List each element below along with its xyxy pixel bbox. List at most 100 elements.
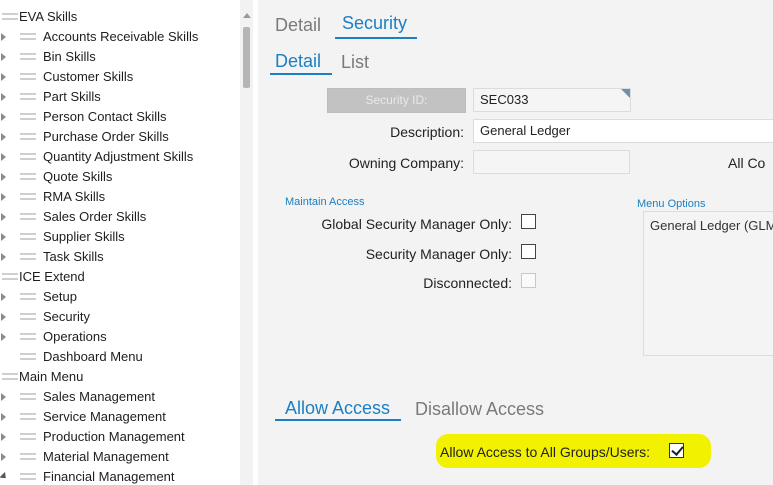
tab-detail-top[interactable]: Detail — [275, 13, 321, 37]
disconnected-label: Disconnected: — [423, 275, 512, 291]
allow-all-groups-checkbox[interactable] — [669, 443, 684, 458]
tree-item-label: Customer Skills — [43, 69, 134, 84]
menu-node-icon — [20, 152, 36, 162]
tree-item-label: Sales Management — [43, 389, 156, 404]
tree-item-label: Main Menu — [19, 369, 84, 384]
expand-arrow-icon[interactable] — [0, 27, 9, 47]
allow-all-groups-label: Allow Access to All Groups/Users: — [440, 444, 651, 460]
menu-node-icon — [20, 392, 36, 402]
menu-node-icon — [20, 452, 36, 462]
tree-item-label: Material Management — [43, 449, 169, 464]
field-corner-marker-icon — [621, 89, 630, 98]
expand-arrow-icon[interactable] — [0, 327, 9, 347]
expand-arrow-icon[interactable] — [0, 187, 9, 207]
expand-arrow-icon[interactable] — [0, 407, 9, 427]
expand-arrow-icon[interactable] — [0, 127, 9, 147]
tree-item-label: Dashboard Menu — [43, 349, 143, 364]
tab-security[interactable]: Security — [342, 11, 407, 35]
tree-item-label: Task Skills — [43, 249, 104, 264]
scroll-thumb[interactable] — [243, 27, 250, 88]
expand-arrow-icon[interactable] — [0, 167, 9, 187]
global-security-manager-checkbox[interactable] — [521, 214, 536, 229]
owning-company-field[interactable] — [473, 150, 630, 174]
security-id-button[interactable]: Security ID: — [327, 88, 466, 113]
menu-node-icon — [20, 232, 36, 242]
expand-arrow-icon[interactable] — [0, 247, 9, 267]
tree-item-label: Person Contact Skills — [43, 109, 167, 124]
tab-detail[interactable]: Detail — [275, 49, 321, 73]
tab-allow-access[interactable]: Allow Access — [285, 396, 390, 420]
maintain-access-title: Maintain Access — [285, 196, 365, 208]
menu-node-icon — [20, 52, 36, 62]
expand-arrow-icon[interactable] — [0, 107, 9, 127]
menu-options-title: Menu Options — [637, 198, 706, 210]
tree-item-label: Setup — [43, 289, 77, 304]
expand-arrow-icon[interactable] — [0, 47, 9, 67]
expand-arrow-icon[interactable] — [0, 67, 9, 87]
menu-node-icon — [20, 412, 36, 422]
tab-disallow-access[interactable]: Disallow Access — [415, 397, 544, 421]
tree-item-label: Supplier Skills — [43, 229, 125, 244]
security-manager-only-checkbox[interactable] — [521, 244, 536, 259]
menu-node-icon — [2, 12, 18, 22]
tree-item-label: Security — [43, 309, 90, 324]
security-id-field[interactable]: SEC033 — [473, 88, 631, 112]
tab-security-underline — [335, 37, 417, 39]
menu-node-icon — [20, 312, 36, 322]
tree-item-label: Service Management — [43, 409, 166, 424]
disconnected-checkbox — [521, 273, 536, 288]
expand-arrow-icon[interactable] — [0, 207, 9, 227]
tab-detail-underline — [270, 73, 332, 75]
menu-node-icon — [20, 172, 36, 182]
tree-item-label: Part Skills — [43, 89, 101, 104]
menu-node-icon — [20, 192, 36, 202]
tree-item-label: Quote Skills — [43, 169, 113, 184]
description-field[interactable]: General Ledger — [473, 119, 773, 143]
description-value: General Ledger — [480, 123, 571, 138]
menu-node-icon — [20, 432, 36, 442]
expand-arrow-icon[interactable] — [0, 87, 9, 107]
description-label: Description: — [390, 124, 464, 140]
expanded-arrow-icon[interactable] — [0, 467, 9, 485]
tree-item-label: Financial Management — [43, 469, 175, 484]
expand-arrow-icon[interactable] — [0, 447, 9, 467]
tab-list[interactable]: List — [341, 50, 369, 74]
menu-node-icon — [20, 32, 36, 42]
tree-item-label: Bin Skills — [43, 49, 96, 64]
expand-arrow-icon[interactable] — [0, 287, 9, 307]
tree-item-label: EVA Skills — [19, 9, 78, 24]
expand-arrow-icon[interactable] — [0, 227, 9, 247]
tree-item-label: Purchase Order Skills — [43, 129, 169, 144]
tree-item-label: Production Management — [43, 429, 185, 444]
tree-scrollbar[interactable] — [240, 0, 253, 485]
menu-node-icon — [20, 112, 36, 122]
expand-arrow-icon[interactable] — [0, 387, 9, 407]
tree-item-label: RMA Skills — [43, 189, 106, 204]
owning-company-label: Owning Company: — [348, 155, 464, 171]
expand-arrow-icon[interactable] — [0, 307, 9, 327]
menu-node-icon — [20, 132, 36, 142]
expand-arrow-icon[interactable] — [0, 147, 9, 167]
menu-node-icon — [2, 372, 18, 382]
all-companies-label: All Co — [728, 155, 766, 171]
detail-panel: Detail Security Detail List Security ID:… — [258, 0, 773, 485]
menu-node-icon — [20, 472, 36, 482]
menu-node-icon — [20, 252, 36, 262]
menu-node-icon — [20, 332, 36, 342]
menu-node-icon — [20, 292, 36, 302]
tab-allow-access-underline — [275, 419, 401, 421]
menu-node-icon — [2, 272, 18, 282]
navigation-tree: EVA Skills Accounts Receivable Skills Bin … — [0, 0, 258, 485]
tree-item-label: Quantity Adjustment Skills — [43, 149, 194, 164]
menu-node-icon — [20, 72, 36, 82]
global-security-manager-label: Global Security Manager Only: — [321, 216, 512, 232]
tree-item-label: Operations — [43, 329, 107, 344]
menu-node-icon — [20, 92, 36, 102]
menu-node-icon — [20, 212, 36, 222]
menu-node-icon — [20, 352, 36, 362]
scroll-up-arrow-icon[interactable] — [243, 13, 251, 18]
security-manager-only-label: Security Manager Only: — [365, 246, 512, 262]
menu-options-list-item[interactable]: General Ledger (GLM — [650, 218, 773, 233]
security-id-value: SEC033 — [480, 92, 529, 107]
expand-arrow-icon[interactable] — [0, 427, 9, 447]
